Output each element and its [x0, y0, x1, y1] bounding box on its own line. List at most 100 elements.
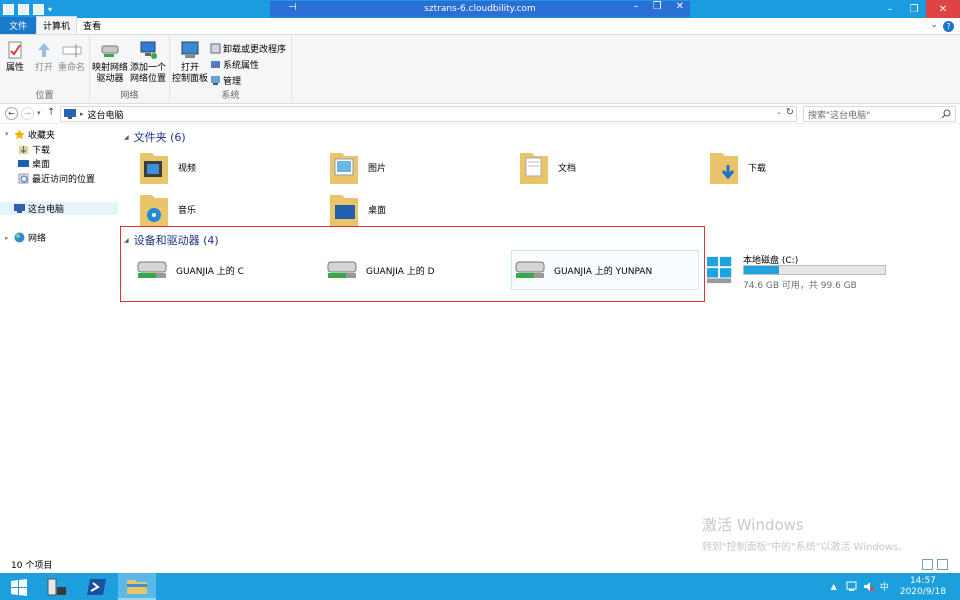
tray-expand-icon[interactable]: ▲: [831, 582, 837, 591]
back-button[interactable]: ←: [5, 107, 18, 120]
nav-this-pc[interactable]: 这台电脑: [0, 202, 118, 215]
forward-button[interactable]: →: [21, 107, 34, 120]
pin-icon[interactable]: ⊣: [288, 2, 297, 13]
file-explorer-icon: [127, 579, 147, 594]
remote-restore-icon[interactable]: ❐: [653, 1, 662, 12]
volume-muted-icon[interactable]: [863, 581, 874, 592]
tab-file[interactable]: 文件: [0, 17, 36, 34]
recent-locations-icon[interactable]: ▾: [37, 109, 41, 117]
windows-drive-icon: [706, 256, 732, 284]
address-bar[interactable]: ▸ 这台电脑 ⌄ ↻: [60, 106, 797, 122]
folder-desktop[interactable]: 桌面: [328, 189, 508, 229]
taskbar: ▲ 中 14:57 2020/9/18: [0, 573, 960, 600]
open-control-panel-button[interactable]: 打开 控制面板: [172, 39, 208, 85]
folder-downloads[interactable]: 下载: [708, 147, 888, 187]
new-folder-quick-icon[interactable]: [33, 3, 44, 15]
status-bar: 10 个项目: [0, 556, 960, 573]
desktop-icon: [18, 160, 29, 167]
remote-close-icon[interactable]: ✕: [676, 1, 684, 12]
remote-session-bar: ⊣ sztrans-6.cloudbility.com – ❐ ✕: [270, 1, 690, 17]
network-expand-icon[interactable]: ▸: [5, 234, 9, 242]
system-properties-icon: [211, 61, 220, 68]
item-count: 10 个项目: [11, 561, 53, 571]
breadcrumb-this-pc[interactable]: 这台电脑: [88, 108, 124, 121]
file-explorer-button[interactable]: [118, 573, 156, 600]
properties-icon: [8, 41, 22, 59]
powershell-icon: [87, 578, 106, 595]
add-network-location-button[interactable]: 添加一个 网络位置: [130, 39, 166, 85]
help-icon[interactable]: ?: [943, 21, 954, 32]
explorer-window-icon[interactable]: [3, 3, 14, 15]
folder-videos[interactable]: 视频: [138, 147, 318, 187]
group-label-network: 网络: [120, 91, 139, 101]
downloads-folder-icon: [710, 153, 738, 184]
clock[interactable]: 14:57 2020/9/18: [900, 576, 946, 598]
chevron-down-icon[interactable]: ▾: [48, 5, 52, 14]
windows-logo-icon: [11, 578, 27, 596]
manage-button[interactable]: 管理: [210, 74, 241, 87]
start-button[interactable]: [0, 573, 38, 600]
folder-documents[interactable]: 文档: [518, 147, 698, 187]
properties-button[interactable]: 属性: [4, 39, 26, 74]
uninstall-icon: [210, 43, 221, 54]
system-properties-button[interactable]: 系统属性: [210, 58, 259, 71]
ribbon-group-system: 打开 控制面板 卸载或更改程序 系统属性 管理 系统: [170, 37, 292, 102]
minimize-button[interactable]: –: [878, 0, 902, 18]
details-view-icon[interactable]: [922, 559, 933, 570]
large-icons-view-icon[interactable]: [937, 559, 948, 570]
uninstall-program-button[interactable]: 卸载或更改程序: [210, 42, 286, 55]
annotation-highlight-box: [120, 226, 705, 302]
search-placeholder: 搜索"这台电脑": [808, 110, 871, 121]
folders-section-header[interactable]: ◢ 文件夹 (6): [124, 130, 186, 144]
computer-icon: [14, 204, 25, 213]
clock-time: 14:57: [909, 575, 936, 586]
desktop-folder-icon: [330, 195, 358, 226]
open-button[interactable]: 打开: [33, 39, 55, 74]
star-icon: [14, 129, 25, 140]
folder-pictures[interactable]: 图片: [328, 147, 508, 187]
disk-free-text: 74.6 GB 可用，共 99.6 GB: [743, 281, 857, 291]
powershell-button[interactable]: [78, 573, 116, 600]
properties-quick-icon[interactable]: [18, 3, 29, 15]
network-status-icon[interactable]: [846, 581, 857, 592]
up-button[interactable]: ↑: [47, 107, 55, 118]
ribbon-expand-icon[interactable]: ⌄: [930, 20, 938, 30]
pictures-folder-icon: [330, 153, 358, 184]
activation-watermark: 激活 Windows 转到"控制面板"中的"系统"以激活 Windows。: [702, 514, 908, 553]
rename-button[interactable]: 重命名: [58, 39, 85, 74]
remote-title-bar: ▾ ⊣ sztrans-6.cloudbility.com – ❐ ✕ – ❐ …: [0, 0, 960, 18]
address-history-icon[interactable]: ⌄: [776, 108, 782, 116]
search-icon[interactable]: [941, 109, 951, 119]
remote-minimize-icon[interactable]: –: [634, 1, 639, 12]
ribbon-group-network: 映射网络 驱动器 添加一个 网络位置 网络: [90, 37, 170, 102]
tab-view[interactable]: 查看: [77, 17, 107, 34]
system-tray: ▲ 中 14:57 2020/9/18: [831, 573, 960, 600]
nav-recent-locations[interactable]: 最近访问的位置: [18, 172, 95, 185]
search-input[interactable]: 搜索"这台电脑": [803, 106, 956, 122]
ime-indicator[interactable]: 中: [880, 580, 889, 593]
network-drive-icon: [101, 45, 119, 57]
network-location-icon: [140, 41, 157, 59]
group-label-system: 系统: [221, 91, 240, 101]
nav-favorites[interactable]: 收藏夹: [14, 128, 55, 141]
nav-desktop[interactable]: 桌面: [18, 157, 50, 170]
tab-computer[interactable]: 计算机: [36, 16, 78, 34]
restore-button[interactable]: ❐: [902, 0, 926, 18]
map-network-drive-button[interactable]: 映射网络 驱动器: [92, 39, 128, 85]
control-panel-icon: [181, 41, 199, 58]
ribbon-group-location: 属性 打开 重命名 位置: [0, 37, 90, 102]
drive-local-disk-c[interactable]: 本地磁盘 (C:) 74.6 GB 可用，共 99.6 GB: [705, 251, 895, 291]
documents-folder-icon: [520, 153, 548, 184]
server-manager-button[interactable]: [38, 573, 76, 600]
server-manager-icon: [47, 578, 66, 595]
favorites-collapse-icon[interactable]: ▾: [5, 130, 9, 138]
window-controls: – ❐ ✕: [878, 0, 960, 18]
refresh-icon[interactable]: ↻: [786, 107, 794, 118]
open-icon: [38, 43, 50, 57]
nav-network[interactable]: 网络: [14, 231, 46, 244]
clock-date: 2020/9/18: [899, 586, 946, 597]
close-button[interactable]: ✕: [926, 0, 960, 18]
folder-music[interactable]: 音乐: [138, 189, 318, 229]
address-row: ← → ▾ ↑ ▸ 这台电脑 ⌄ ↻ 搜索"这台电脑": [0, 104, 960, 124]
nav-downloads[interactable]: 下载: [18, 143, 50, 156]
